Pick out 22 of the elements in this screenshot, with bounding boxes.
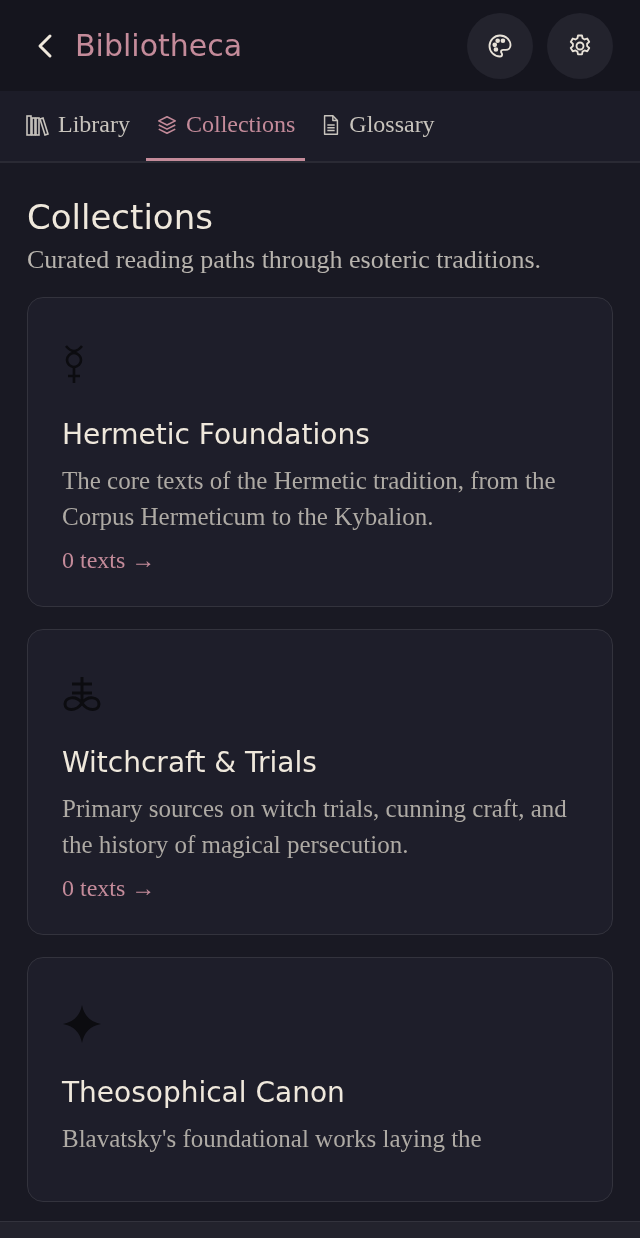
collection-description: Primary sources on witch trials, cunning craft, and the history of magical persecution.	[62, 794, 568, 860]
four-point-star-icon	[62, 1004, 102, 1044]
nav-tab[interactable]: Collections	[145, 91, 306, 161]
collection-title: Theosophical Canon	[62, 1076, 345, 1109]
mercury-symbol-icon	[62, 344, 86, 386]
layers-icon	[155, 113, 178, 136]
collection-title: Hermetic Foundations	[62, 418, 370, 451]
collection-title: Witchcraft & Trials	[62, 746, 317, 779]
collection-card[interactable]: Theosophical Canon Blavatsky's foundational works laying the	[27, 957, 613, 1202]
text-count-link[interactable]: 0 texts →	[62, 875, 156, 902]
collection-card[interactable]: Hermetic Foundations The core texts of the Hermetic tradition, from the Corpus Hermeticum to the Kybalion. 0 texts →	[27, 297, 613, 607]
books-icon	[26, 113, 50, 136]
nav-tab[interactable]: Glossary	[311, 91, 445, 161]
leviathan-cross-icon	[62, 676, 102, 714]
nav-tab[interactable]: Library	[16, 91, 140, 161]
app-title: Bibliotheca	[75, 28, 243, 63]
collection-description: Blavatsky's foundational works laying the	[62, 1124, 482, 1154]
page-title: Collections	[27, 197, 214, 237]
page-subtitle: Curated reading paths through esoteric traditions.	[27, 245, 543, 275]
text-count-link[interactable]: 0 texts →	[62, 547, 156, 574]
collection-description: The core texts of the Hermetic tradition, from the Corpus Hermeticum to the Kybalion.	[62, 466, 557, 532]
collection-card[interactable]: Witchcraft & Trials Primary sources on witch trials, cunning craft, and the history of magical persecution. 0 texts →	[27, 629, 613, 935]
